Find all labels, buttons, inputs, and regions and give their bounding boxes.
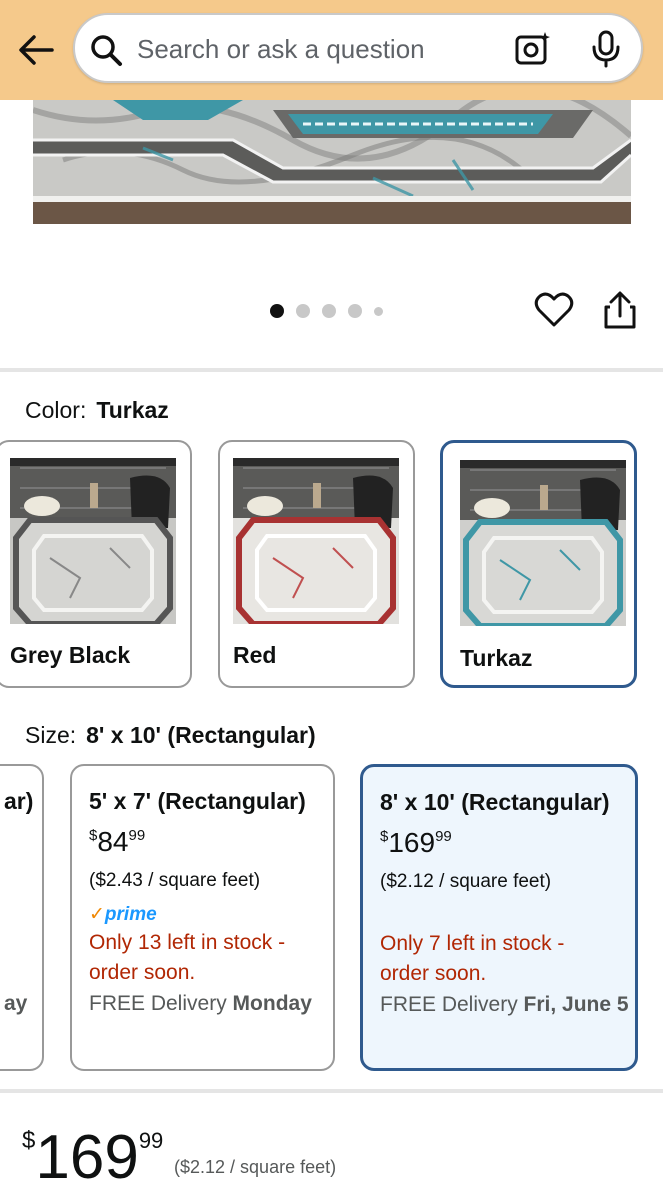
carousel-indicator bbox=[270, 302, 383, 320]
camera-search-icon[interactable] bbox=[515, 31, 551, 67]
color-thumbnail bbox=[233, 458, 399, 624]
size-option-title: ar) bbox=[4, 788, 34, 814]
color-label: Color: Turkaz bbox=[25, 397, 169, 424]
size-option-delivery: FREE Delivery Fri, June 5 bbox=[380, 993, 629, 1016]
section-divider bbox=[0, 1089, 663, 1093]
search-icon bbox=[91, 35, 122, 66]
share-icon[interactable] bbox=[602, 290, 638, 330]
top-bar: Search or ask a question bbox=[0, 0, 663, 100]
price-currency: $ bbox=[22, 1127, 36, 1154]
product-image[interactable] bbox=[33, 100, 631, 224]
size-option-stock: Only 7 left in stock - order soon. bbox=[380, 932, 565, 985]
price-whole: 169 bbox=[35, 1123, 139, 1192]
search-bar[interactable]: Search or ask a question bbox=[73, 13, 643, 83]
size-option-delivery: ay bbox=[4, 992, 28, 1015]
color-thumbnail bbox=[460, 460, 626, 626]
color-option-red[interactable]: Red bbox=[218, 440, 415, 688]
color-option-label: Turkaz bbox=[460, 645, 533, 671]
carousel-dot[interactable] bbox=[374, 306, 383, 316]
selected-size: 8' x 10' (Rectangular) bbox=[86, 722, 316, 748]
carousel-dot[interactable] bbox=[270, 304, 284, 318]
size-option-unit-price: ($2.12 / square feet) bbox=[380, 871, 552, 892]
size-option-8x10[interactable]: 8' x 10' (Rectangular) $16999 ($2.12 / s… bbox=[360, 764, 638, 1071]
back-arrow-icon[interactable] bbox=[16, 30, 56, 70]
size-option-partial[interactable]: ar) ay bbox=[0, 764, 44, 1071]
color-option-label: Red bbox=[233, 642, 277, 668]
color-thumbnail bbox=[10, 458, 176, 624]
size-option-price: $16999 bbox=[380, 827, 452, 858]
selected-color: Turkaz bbox=[96, 397, 169, 423]
carousel-dot[interactable] bbox=[296, 304, 310, 318]
carousel-dot[interactable] bbox=[322, 304, 336, 318]
search-placeholder: Search or ask a question bbox=[137, 34, 425, 64]
size-option-title: 8' x 10' (Rectangular) bbox=[380, 789, 610, 815]
price-fraction: 99 bbox=[138, 1128, 164, 1153]
color-option-grey-black[interactable]: Grey Black bbox=[0, 440, 192, 688]
price-unit: ($2.12 / square feet) bbox=[174, 1157, 337, 1177]
carousel-dot[interactable] bbox=[348, 304, 362, 318]
color-option-label: Grey Black bbox=[10, 642, 131, 668]
size-label-text: Size: bbox=[25, 722, 77, 748]
prime-badge: ✓prime bbox=[89, 904, 157, 925]
size-option-delivery: FREE Delivery Monday bbox=[89, 992, 312, 1015]
size-option-5x7[interactable]: 5' x 7' (Rectangular) $8499 ($2.43 / squ… bbox=[70, 764, 335, 1071]
size-option-price: $8499 bbox=[89, 826, 146, 857]
section-divider bbox=[0, 368, 663, 372]
size-label: Size: 8' x 10' (Rectangular) bbox=[25, 722, 316, 749]
size-option-title: 5' x 7' (Rectangular) bbox=[89, 788, 306, 814]
color-option-turkaz[interactable]: Turkaz bbox=[440, 440, 637, 688]
prime-check-icon: ✓ bbox=[89, 904, 105, 925]
size-option-unit-price: ($2.43 / square feet) bbox=[89, 870, 261, 891]
heart-icon[interactable] bbox=[534, 290, 574, 330]
rug-image bbox=[33, 100, 631, 224]
buy-box-price: $16999 ($2.12 / square feet) bbox=[22, 1122, 336, 1193]
color-label-text: Color: bbox=[25, 397, 87, 423]
microphone-icon[interactable] bbox=[591, 30, 621, 68]
size-option-stock: Only 13 left in stock - order soon. bbox=[89, 931, 286, 984]
